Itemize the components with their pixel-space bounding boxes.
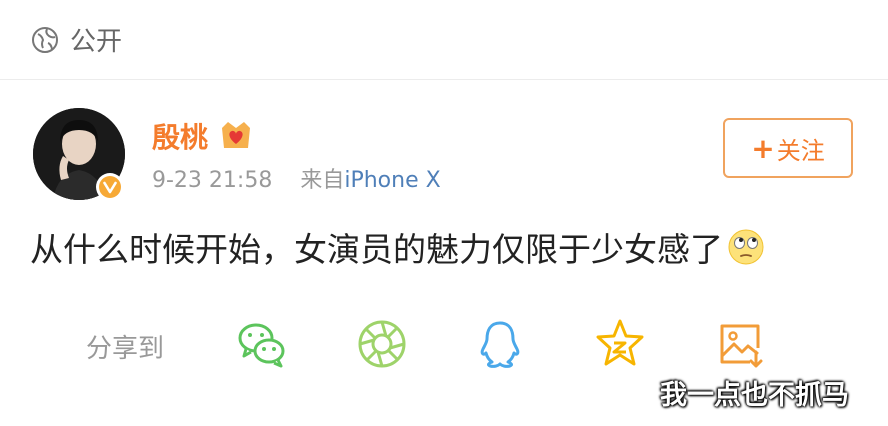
visibility-bar: 公开 — [0, 0, 888, 80]
wechat-icon[interactable] — [236, 318, 288, 370]
eye-roll-emoji — [728, 229, 764, 265]
source-prefix: 来自 — [300, 168, 345, 193]
save-image-icon[interactable] — [714, 318, 766, 370]
post-body: 从什么时候开始，女演员的魅力仅限于少女感了 — [30, 230, 723, 269]
moments-icon[interactable] — [356, 318, 408, 370]
source-link[interactable]: iPhone X — [344, 168, 440, 193]
qq-icon[interactable] — [474, 318, 526, 370]
share-row: 分享到 — [0, 316, 888, 372]
post-timestamp: 9-23 21:58 — [152, 168, 273, 193]
qzone-icon[interactable] — [594, 318, 646, 370]
visibility-label: 公开 — [70, 27, 123, 57]
user-name[interactable]: 殷桃 — [152, 116, 208, 156]
watermark: 我一点也不抓马 — [660, 380, 849, 411]
plus-icon: + — [751, 131, 775, 165]
crown-heart-icon[interactable] — [219, 118, 253, 150]
post-text: 从什么时候开始，女演员的魅力仅限于少女感了 — [30, 223, 765, 271]
verified-badge-icon — [96, 173, 124, 201]
globe-icon — [32, 26, 58, 53]
follow-button-label: 关注 — [776, 136, 825, 165]
post-meta: 9-23 21:58 来自iPhone X — [152, 162, 441, 194]
share-label: 分享到 — [86, 334, 165, 364]
follow-button[interactable]: + 关注 — [723, 118, 853, 178]
